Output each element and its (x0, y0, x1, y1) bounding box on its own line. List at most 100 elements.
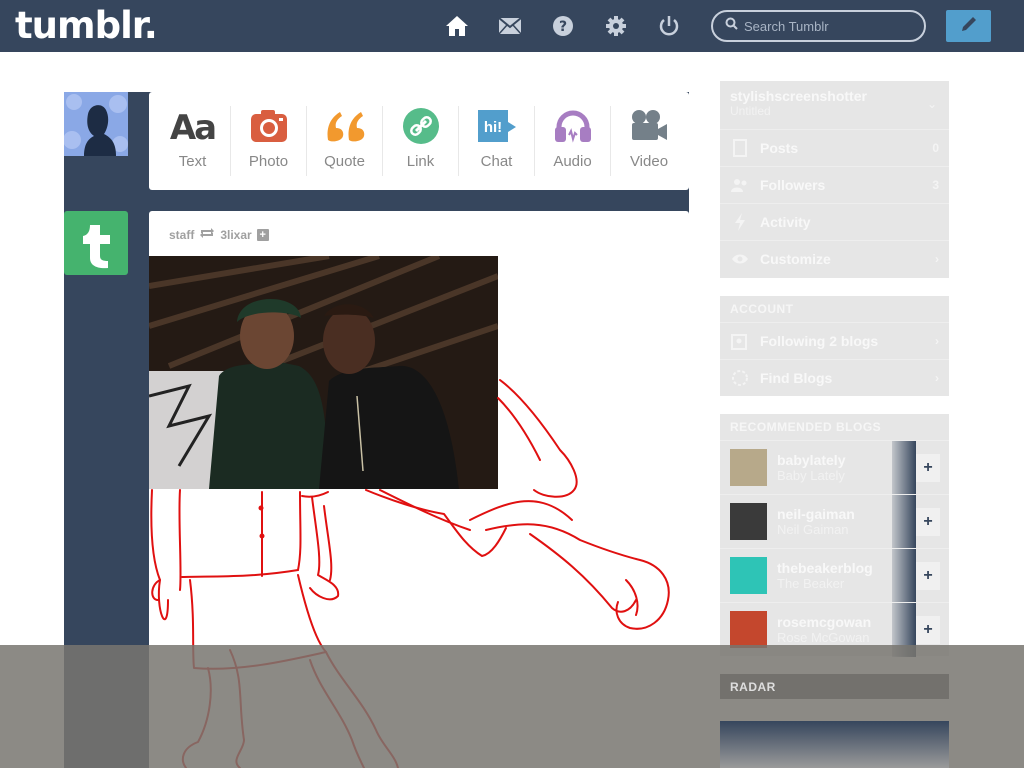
headphones-icon (553, 109, 593, 148)
follow-plus-icon[interactable]: + (256, 228, 269, 241)
search-input[interactable] (744, 18, 914, 34)
fade-gradient (892, 495, 916, 549)
post-type-bar: Aa Text Photo Quote Link hi! Chat Audio (149, 92, 689, 190)
blog-name: stylishscreenshotter (730, 88, 867, 104)
following-icon (730, 331, 750, 351)
chevron-right-icon: › (935, 371, 939, 385)
post-type-label: Audio (553, 153, 592, 170)
follow-button[interactable]: + (916, 508, 940, 536)
tumblr-logo[interactable]: tumblr. (15, 4, 158, 47)
post-type-quote[interactable]: Quote (307, 106, 383, 176)
sidebar-account-panel: ACCOUNT Following 2 blogs › Find Blogs › (720, 296, 949, 396)
fade-gradient (892, 441, 916, 495)
staff-avatar[interactable] (64, 211, 128, 275)
sidebar-item-label: Followers (760, 177, 826, 193)
document-icon (730, 138, 750, 158)
sidebar-item-followers[interactable]: Followers 3 (720, 166, 949, 203)
user-avatar[interactable] (64, 92, 128, 156)
svg-text:?: ? (559, 19, 567, 35)
radar-panel[interactable] (720, 721, 949, 768)
post-type-label: Photo (248, 153, 289, 170)
sidebar-item-label: Activity (760, 214, 811, 230)
radar-heading: RADAR (720, 674, 949, 699)
text-icon: Aa (169, 108, 217, 148)
post-type-audio[interactable]: Audio (535, 106, 611, 176)
blog-thumbnail (730, 503, 767, 540)
follow-button[interactable]: + (916, 616, 940, 644)
pencil-icon (959, 14, 979, 39)
sidebar-item-posts[interactable]: Posts 0 (720, 129, 949, 166)
recommended-blog-title: The Beaker (777, 576, 845, 591)
recommended-blog-name: thebeakerblog (777, 560, 873, 576)
followers-count: 3 (932, 178, 939, 192)
chevron-right-icon: › (935, 252, 939, 266)
mail-icon[interactable] (497, 13, 523, 39)
svg-text:hi!: hi! (483, 119, 501, 136)
search-icon (725, 17, 738, 35)
lightning-icon (730, 212, 750, 232)
people-icon (730, 175, 750, 195)
sidebar-item-customize[interactable]: Customize › (720, 240, 949, 277)
post-type-chat[interactable]: hi! Chat (459, 106, 535, 176)
eye-icon (730, 249, 750, 269)
compose-button[interactable] (946, 10, 991, 42)
recommended-blog-item[interactable]: neil-gaiman Neil Gaiman + (720, 494, 949, 549)
video-camera-icon (629, 109, 669, 148)
fade-gradient (892, 549, 916, 603)
post-photo[interactable] (149, 256, 498, 489)
sidebar-item-label: Customize (760, 251, 831, 267)
post-type-label: Chat (480, 153, 513, 170)
help-icon[interactable]: ? (550, 13, 576, 39)
account-heading: ACCOUNT (730, 302, 794, 316)
recommended-blog-title: Baby Lately (777, 468, 845, 483)
follow-button[interactable]: + (916, 562, 940, 590)
post-header: staff 3lixar + (169, 227, 269, 242)
chevron-right-icon: › (935, 334, 939, 348)
sidebar-item-following[interactable]: Following 2 blogs › (720, 322, 949, 359)
post-type-label: Text (178, 153, 207, 170)
post-type-label: Video (629, 153, 669, 170)
blog-title: Untitled (730, 104, 771, 118)
recommended-blog-name: neil-gaiman (777, 506, 855, 522)
reblogged-from[interactable]: 3lixar (220, 228, 251, 242)
posts-count: 0 (932, 141, 939, 155)
chat-icon: hi! (476, 108, 518, 149)
sidebar-blog-panel: stylishscreenshotter Untitled ⌄ Posts 0 … (720, 81, 949, 278)
power-icon[interactable] (656, 13, 682, 39)
recommended-blog-name: babylately (777, 452, 846, 468)
recommended-heading: RECOMMENDED BLOGS (730, 420, 882, 434)
reblog-icon (199, 227, 215, 242)
compass-icon (730, 368, 750, 388)
recommended-blog-name: rosemcgowan (777, 614, 872, 630)
blog-thumbnail (730, 557, 767, 594)
post-type-label: Link (406, 153, 435, 170)
post-type-photo[interactable]: Photo (231, 106, 307, 176)
top-nav-bar: tumblr. ? (0, 0, 1024, 52)
gear-icon[interactable] (603, 13, 629, 39)
post-type-link[interactable]: Link (383, 106, 459, 176)
recommended-blog-item[interactable]: babylately Baby Lately + (720, 440, 949, 495)
recommended-blog-item[interactable]: thebeakerblog The Beaker + (720, 548, 949, 603)
blog-thumbnail (730, 611, 767, 648)
chevron-down-icon: ⌄ (926, 97, 937, 111)
sidebar-item-label: Following 2 blogs (760, 333, 879, 349)
post-author[interactable]: staff (169, 228, 194, 242)
post-type-video[interactable]: Video (611, 106, 687, 176)
search-box[interactable] (711, 10, 926, 42)
recommended-blog-title: Rose McGowan (777, 630, 870, 645)
sidebar-item-find-blogs[interactable]: Find Blogs › (720, 359, 949, 396)
post-type-text[interactable]: Aa Text (155, 106, 231, 176)
blog-thumbnail (730, 449, 767, 486)
home-icon[interactable] (444, 13, 470, 39)
sidebar-recommended-panel: RECOMMENDED BLOGS babylately Baby Lately … (720, 414, 949, 657)
sidebar-item-label: Posts (760, 140, 799, 156)
camera-icon (250, 109, 288, 148)
blog-switcher[interactable]: stylishscreenshotter Untitled ⌄ (720, 81, 949, 129)
sidebar-item-label: Find Blogs (760, 370, 833, 386)
sidebar-item-activity[interactable]: Activity (720, 203, 949, 240)
post-type-label: Quote (324, 153, 365, 170)
quote-icon (324, 110, 366, 147)
link-icon (402, 107, 440, 150)
recommended-blog-title: Neil Gaiman (777, 522, 849, 537)
follow-button[interactable]: + (916, 454, 940, 482)
